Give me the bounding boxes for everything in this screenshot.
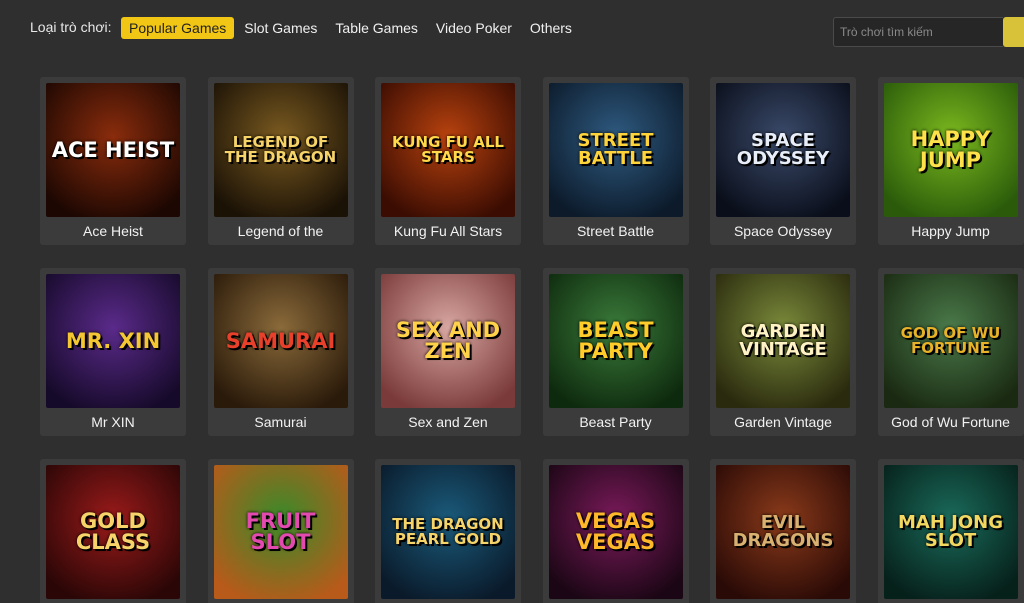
game-name: Samurai <box>254 414 307 430</box>
game-name: Mr XIN <box>91 414 135 430</box>
game-art-title: KUNG FU ALL STARS <box>391 133 504 166</box>
game-card[interactable]: STREET BATTLE Street Battle <box>542 77 689 245</box>
game-thumbnail[interactable]: EVIL DRAGONS <box>716 465 850 599</box>
game-name: God of Wu Fortune <box>891 414 1010 430</box>
game-thumbnail[interactable]: ACE HEIST <box>46 83 180 217</box>
game-name: Sex and Zen <box>408 414 488 430</box>
game-art-title: ACE HEIST <box>51 137 175 162</box>
game-name: Legend of the <box>237 223 324 239</box>
game-art-title: GOLD CLASS <box>75 509 151 554</box>
game-thumbnail[interactable]: STREET BATTLE <box>548 83 683 217</box>
game-card[interactable]: LEGEND OF THE DRAGON Legend of the <box>207 77 354 245</box>
game-thumbnail[interactable]: HAPPY JUMP <box>883 83 1018 217</box>
game-art-title: VEGAS VEGAS <box>575 509 656 554</box>
tab-table-games[interactable]: Table Games <box>327 17 425 39</box>
game-art-title: GOD OF WU FORTUNE <box>900 324 1001 357</box>
game-card[interactable]: SPACE ODYSSEY Space Odyssey <box>710 77 856 245</box>
game-thumbnail[interactable]: SEX AND ZEN <box>381 274 515 408</box>
game-card[interactable]: GARDEN VINTAGE Garden Vintage <box>710 268 856 436</box>
game-thumbnail[interactable]: LEGEND OF THE DRAGON <box>213 83 348 217</box>
game-thumbnail[interactable]: SPACE ODYSSEY <box>716 83 850 217</box>
game-art-title: FRUIT SLOT <box>245 509 316 554</box>
game-thumbnail[interactable]: MAH JONG SLOT <box>883 465 1018 599</box>
category-label: Loại trò chơi: <box>30 19 112 35</box>
game-art-title: LEGEND OF THE DRAGON <box>224 133 337 166</box>
game-art-title: THE DRAGON PEARL GOLD <box>392 515 504 548</box>
game-card[interactable]: HAPPY JUMP Happy Jump <box>877 77 1024 245</box>
top-bar: Loại trò chơi: Popular Games Slot Games Ta… <box>0 0 1024 58</box>
game-name: Street Battle <box>576 223 655 239</box>
game-card[interactable]: GOLD CLASS <box>40 459 186 603</box>
game-art-title: SPACE ODYSSEY <box>736 130 830 169</box>
game-thumbnail[interactable]: VEGAS VEGAS <box>548 465 683 599</box>
game-art-title: EVIL DRAGONS <box>732 512 834 551</box>
game-name: Happy Jump <box>911 223 990 239</box>
game-card[interactable]: EVIL DRAGONS <box>710 459 856 603</box>
game-card[interactable]: GOD OF WU FORTUNE God of Wu Fortune <box>877 268 1024 436</box>
game-card[interactable]: SAMURAI Samurai <box>207 268 354 436</box>
game-card[interactable]: VEGAS VEGAS <box>542 459 689 603</box>
game-art-title: BEAST PARTY <box>577 318 654 363</box>
game-thumbnail[interactable]: GOD OF WU FORTUNE <box>883 274 1018 408</box>
game-name: Space Odyssey <box>733 223 833 239</box>
game-thumbnail[interactable]: GARDEN VINTAGE <box>716 274 850 408</box>
game-card[interactable]: FRUIT SLOT <box>207 459 354 603</box>
game-thumbnail[interactable]: KUNG FU ALL STARS <box>381 83 515 217</box>
game-art-title: STREET BATTLE <box>577 130 654 169</box>
game-thumbnail[interactable]: GOLD CLASS <box>46 465 180 599</box>
category-tabs: Popular Games Slot Games Table Games Video … <box>121 17 582 39</box>
game-thumbnail[interactable]: THE DRAGON PEARL GOLD <box>381 465 515 599</box>
game-card[interactable]: ACE HEIST Ace Heist <box>40 77 186 245</box>
search-button[interactable] <box>1003 17 1024 47</box>
tab-others[interactable]: Others <box>522 17 580 39</box>
game-grid: ACE HEIST Ace Heist LEGEND OF THE DRAGON Le… <box>40 77 1024 603</box>
game-art-title: SEX AND ZEN <box>395 318 501 363</box>
game-name: Ace Heist <box>83 223 143 239</box>
game-art-title: MAH JONG SLOT <box>897 512 1003 551</box>
game-thumbnail[interactable]: FRUIT SLOT <box>213 465 348 599</box>
game-card[interactable]: SEX AND ZEN Sex and Zen <box>375 268 521 436</box>
game-name: Beast Party <box>579 414 652 430</box>
game-thumbnail[interactable]: BEAST PARTY <box>548 274 683 408</box>
game-art-title: GARDEN VINTAGE <box>739 321 827 360</box>
search-box <box>833 17 1024 47</box>
tab-slot-games[interactable]: Slot Games <box>236 17 325 39</box>
tab-video-poker[interactable]: Video Poker <box>428 17 520 39</box>
search-input[interactable] <box>833 17 1004 47</box>
game-card[interactable]: BEAST PARTY Beast Party <box>542 268 689 436</box>
game-thumbnail[interactable]: MR. XIN <box>46 274 180 408</box>
game-card[interactable]: MAH JONG SLOT <box>877 459 1024 603</box>
game-art-title: HAPPY JUMP <box>910 127 991 172</box>
game-card[interactable]: MR. XIN Mr XIN <box>40 268 186 436</box>
game-card[interactable]: KUNG FU ALL STARS Kung Fu All Stars <box>375 77 521 245</box>
game-thumbnail[interactable]: SAMURAI <box>213 274 348 408</box>
tab-popular-games[interactable]: Popular Games <box>121 17 235 39</box>
game-name: Garden Vintage <box>734 414 832 430</box>
game-art-title: SAMURAI <box>225 328 336 353</box>
game-art-title: MR. XIN <box>65 328 161 353</box>
game-name: Kung Fu All Stars <box>393 223 503 239</box>
game-card[interactable]: THE DRAGON PEARL GOLD <box>375 459 521 603</box>
